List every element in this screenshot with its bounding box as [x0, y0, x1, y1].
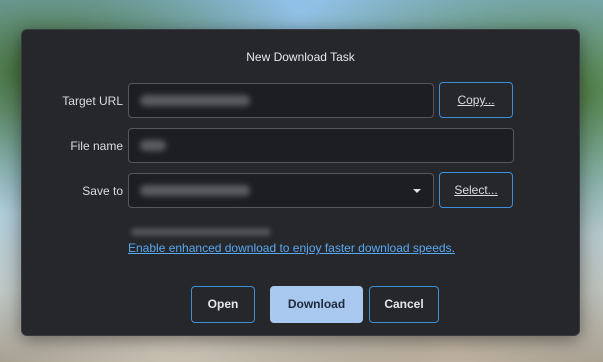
- download-button[interactable]: Download: [270, 286, 363, 323]
- save-to-dropdown[interactable]: [128, 173, 434, 208]
- chevron-down-icon[interactable]: [413, 189, 421, 193]
- cancel-button[interactable]: Cancel: [369, 286, 439, 323]
- file-name-label: File name: [70, 139, 123, 153]
- target-url-label: Target URL: [62, 94, 123, 108]
- target-url-value-redacted: [140, 95, 250, 106]
- enhanced-download-link[interactable]: Enable enhanced download to enjoy faster…: [128, 241, 455, 255]
- target-url-input[interactable]: [128, 83, 434, 118]
- save-to-label: Save to: [82, 184, 123, 198]
- open-button[interactable]: Open: [191, 286, 255, 323]
- free-space-hint-redacted: [131, 228, 271, 236]
- select-button[interactable]: Select...: [439, 172, 513, 208]
- file-name-input[interactable]: [128, 128, 514, 163]
- file-name-value-redacted: [140, 140, 166, 151]
- new-download-dialog: New Download Task Target URL Copy... Fil…: [21, 29, 580, 336]
- dialog-title: New Download Task: [246, 50, 355, 64]
- save-to-value-redacted: [140, 185, 250, 196]
- copy-button[interactable]: Copy...: [439, 82, 513, 118]
